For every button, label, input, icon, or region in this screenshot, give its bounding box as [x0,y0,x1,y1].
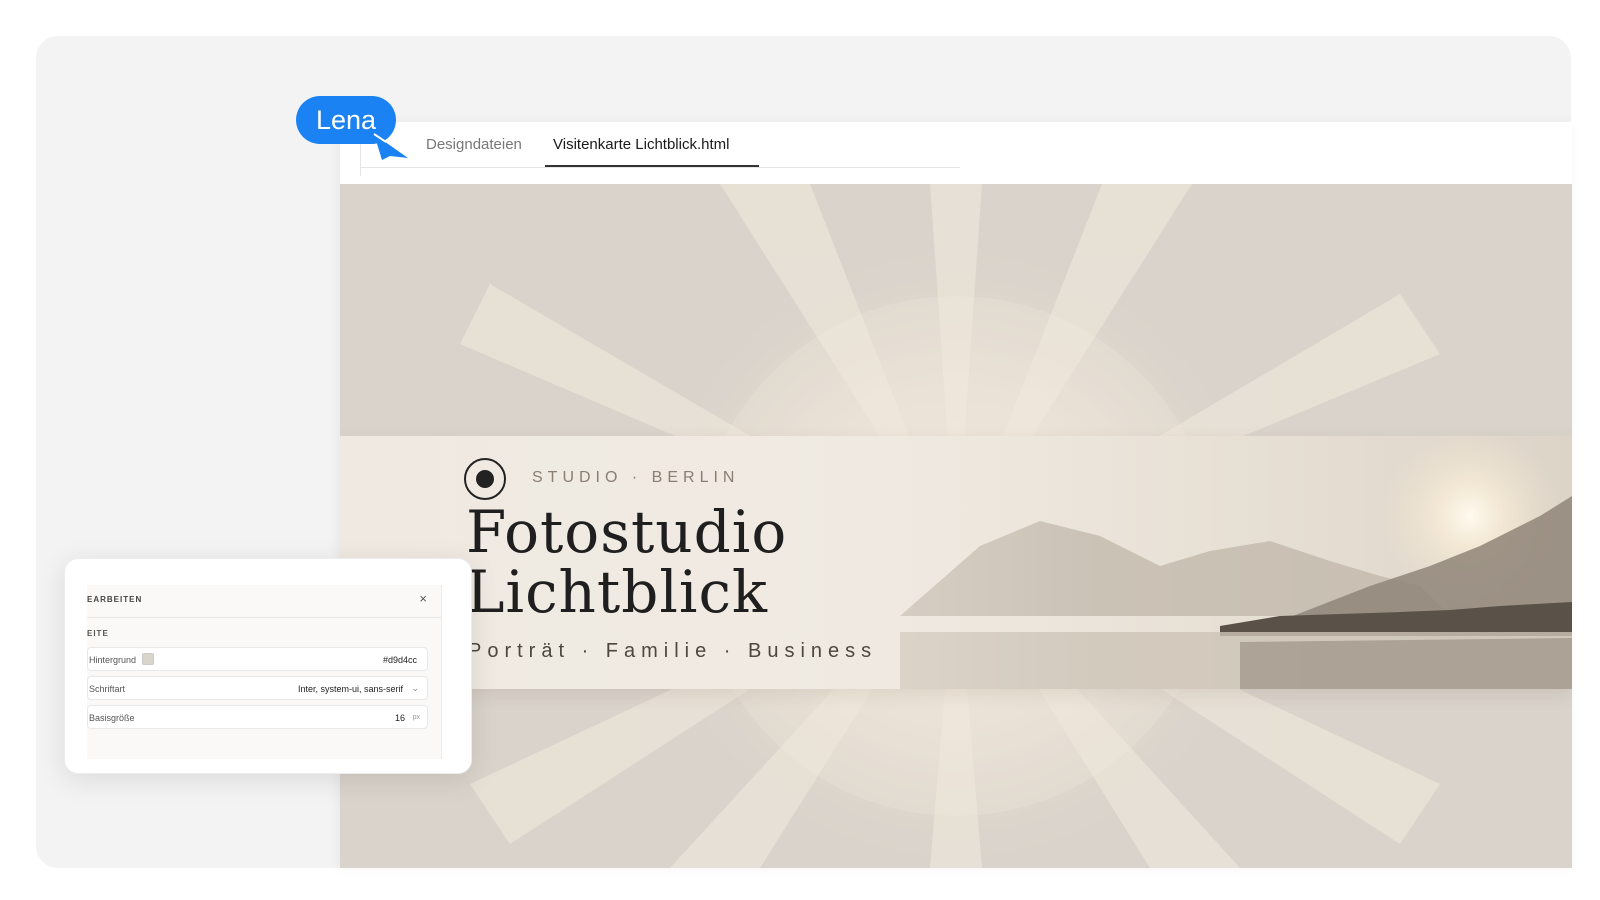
background-value: #d9d4cc [382,655,417,665]
collaborator-cursor-icon [373,133,408,160]
panel-title: EARBEITEN [87,595,143,604]
card-title: Fotostudio Lichtblick [466,502,787,622]
font-family-select[interactable]: Schriftart Inter, system-ui, sans-serif … [87,676,428,700]
close-icon[interactable]: × [419,591,427,606]
background-label: Hintergrund [89,655,137,665]
tab-baseline [360,167,960,168]
background-color-field[interactable]: Hintergrund #d9d4cc [87,647,428,671]
properties-panel-body: EARBEITEN × EITE Hintergrund #d9d4cc Sch… [87,585,442,759]
card-title-line1: Fotostudio [466,498,788,566]
color-swatch[interactable] [142,653,154,665]
font-label: Schriftart [89,684,126,694]
section-label: EITE [87,629,109,638]
font-value: Inter, system-ui, sans-serif [297,684,403,694]
card-title-line2: Lichtblick [466,558,769,626]
tab-bar: Designdateien Visitenkarte Lichtblick.ht… [340,122,1572,185]
card-kicker: STUDIO · BERLIN [532,469,740,486]
card-tagline: Porträt · Familie · Business [468,640,878,662]
business-card[interactable]: STUDIO · BERLIN Fotostudio Lichtblick Po… [340,436,1572,689]
design-canvas[interactable]: STUDIO · BERLIN Fotostudio Lichtblick Po… [340,184,1572,868]
tab-business-card[interactable]: Visitenkarte Lichtblick.html [544,136,761,167]
panel-header: EARBEITEN × [87,585,441,618]
tab-design-files[interactable]: Designdateien [426,136,522,165]
editor-window: Designdateien Visitenkarte Lichtblick.ht… [340,122,1572,868]
base-size-label: Basisgröße [89,713,135,723]
properties-panel: EARBEITEN × EITE Hintergrund #d9d4cc Sch… [64,558,472,774]
base-size-unit: px [412,714,420,721]
studio-logo-icon [464,458,506,500]
base-size-field[interactable]: Basisgröße 16 px [87,705,428,729]
base-size-value[interactable]: 16 [395,713,405,723]
chevron-down-icon[interactable]: ⌄ [411,683,419,694]
